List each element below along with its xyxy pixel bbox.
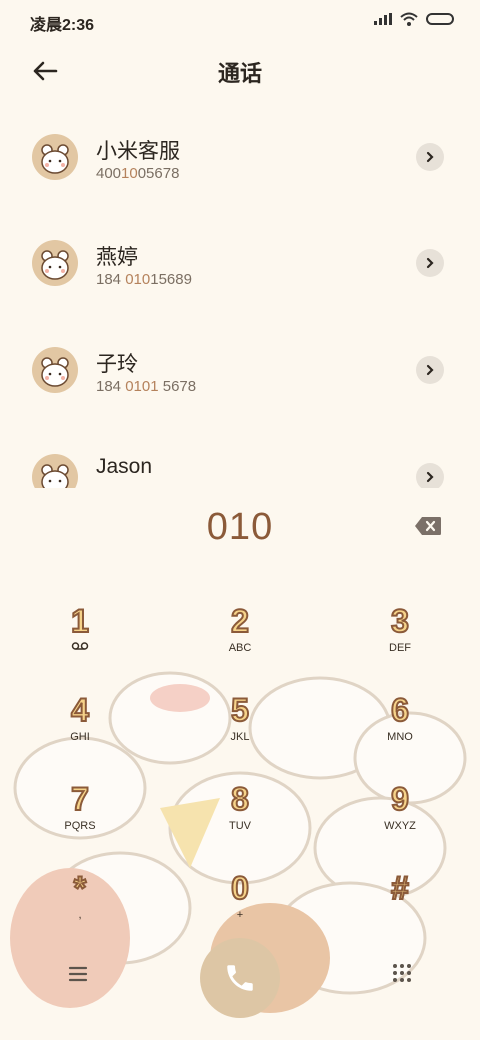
number-part: 05678 — [137, 165, 180, 182]
key-letters: ABC — [228, 642, 252, 654]
number-part: 5678 — [158, 378, 197, 395]
avatar — [32, 347, 78, 393]
contact-name: 子玲 — [96, 353, 138, 376]
key-digit: 1 — [70, 603, 90, 639]
contact-row[interactable]: Jason — [0, 430, 480, 488]
key-8[interactable]: 8 TUV — [180, 781, 300, 862]
key-digit: * — [73, 870, 87, 906]
key-digit: 7 — [70, 781, 90, 817]
contact-row[interactable]: 燕婷 184 01015689 — [0, 216, 480, 316]
key-digit: 2 — [230, 603, 250, 639]
contact-row[interactable]: 小米客服 4001005678 — [0, 110, 480, 210]
key-5[interactable]: 5 JKL — [180, 692, 300, 773]
key-digit: 3 — [390, 603, 410, 639]
wifi-icon — [400, 12, 418, 26]
number-part: 184 — [96, 378, 126, 395]
key-letters: PQRS — [64, 820, 96, 832]
key-letters: DEF — [389, 642, 411, 654]
number-part: 400 — [96, 165, 122, 182]
number-part: 184 — [96, 271, 126, 288]
key-letters: JKL — [230, 731, 250, 743]
number-match: 10 — [121, 165, 138, 182]
contact-row[interactable]: 子玲 184 0101 5678 — [0, 323, 480, 423]
avatar — [32, 240, 78, 286]
key-1[interactable]: 1 — [20, 603, 140, 684]
dialpad-grid-icon[interactable] — [390, 962, 414, 986]
dialed-number: 010 — [206, 506, 274, 548]
contact-number: 184 0101 5678 — [96, 378, 196, 395]
avatar — [32, 134, 78, 180]
menu-icon[interactable] — [66, 962, 90, 986]
contact-list: 小米客服 4001005678 燕婷 184 01015689 子玲 184 0… — [0, 110, 480, 488]
key-digit: 9 — [390, 781, 410, 817]
key-7[interactable]: 7 PQRS — [20, 781, 140, 862]
key-2[interactable]: 2 ABC — [180, 603, 300, 684]
battery-icon — [426, 13, 454, 25]
chevron-right-icon[interactable] — [416, 143, 444, 171]
header: 通话 — [0, 50, 480, 90]
chevron-right-icon[interactable] — [416, 249, 444, 277]
chevron-right-icon[interactable] — [416, 356, 444, 384]
contact-number: 4001005678 — [96, 165, 179, 182]
voicemail-icon — [71, 642, 89, 650]
key-letters: MNO — [387, 731, 413, 743]
key-letters: + — [236, 909, 244, 921]
key-4[interactable]: 4 GHI — [20, 692, 140, 773]
number-match: 0101 — [125, 378, 159, 395]
contact-number: 184 01015689 — [96, 271, 192, 288]
contact-name: 小米客服 — [96, 140, 180, 163]
status-bar: 凌晨2:36 — [0, 0, 480, 40]
number-match: 010 — [125, 271, 151, 288]
key-digit: 6 — [390, 692, 410, 728]
key-digit: 4 — [70, 692, 90, 728]
dialpad-panel: 010 1 2 ABC 3 DEF 4 GHI 5 JKL 6 MNO 7 PQ… — [0, 488, 480, 1040]
contact-name: 燕婷 — [96, 246, 138, 269]
key-9[interactable]: 9 WXYZ — [340, 781, 460, 862]
page-title: 通话 — [217, 61, 262, 86]
key-letters: TUV — [229, 820, 251, 832]
key-3[interactable]: 3 DEF — [340, 603, 460, 684]
key-digit: # — [390, 870, 410, 906]
key-digit: 5 — [230, 692, 250, 728]
contact-name: Jason — [96, 455, 153, 478]
status-time: 凌晨2:36 — [30, 17, 95, 34]
key-letters: , — [78, 909, 82, 921]
signal-icon — [374, 13, 392, 25]
key-digit: 0 — [230, 870, 250, 906]
chevron-right-icon[interactable] — [416, 463, 444, 488]
call-button[interactable] — [200, 938, 280, 1018]
key-letters: WXYZ — [384, 820, 416, 832]
avatar — [32, 454, 78, 488]
phone-icon — [227, 965, 253, 991]
number-part: 15689 — [150, 271, 192, 288]
backspace-icon[interactable] — [414, 516, 442, 536]
key-letters: GHI — [70, 731, 90, 743]
key-digit: 8 — [230, 781, 250, 817]
key-6[interactable]: 6 MNO — [340, 692, 460, 773]
dialer-bottom-bar — [0, 938, 480, 1038]
